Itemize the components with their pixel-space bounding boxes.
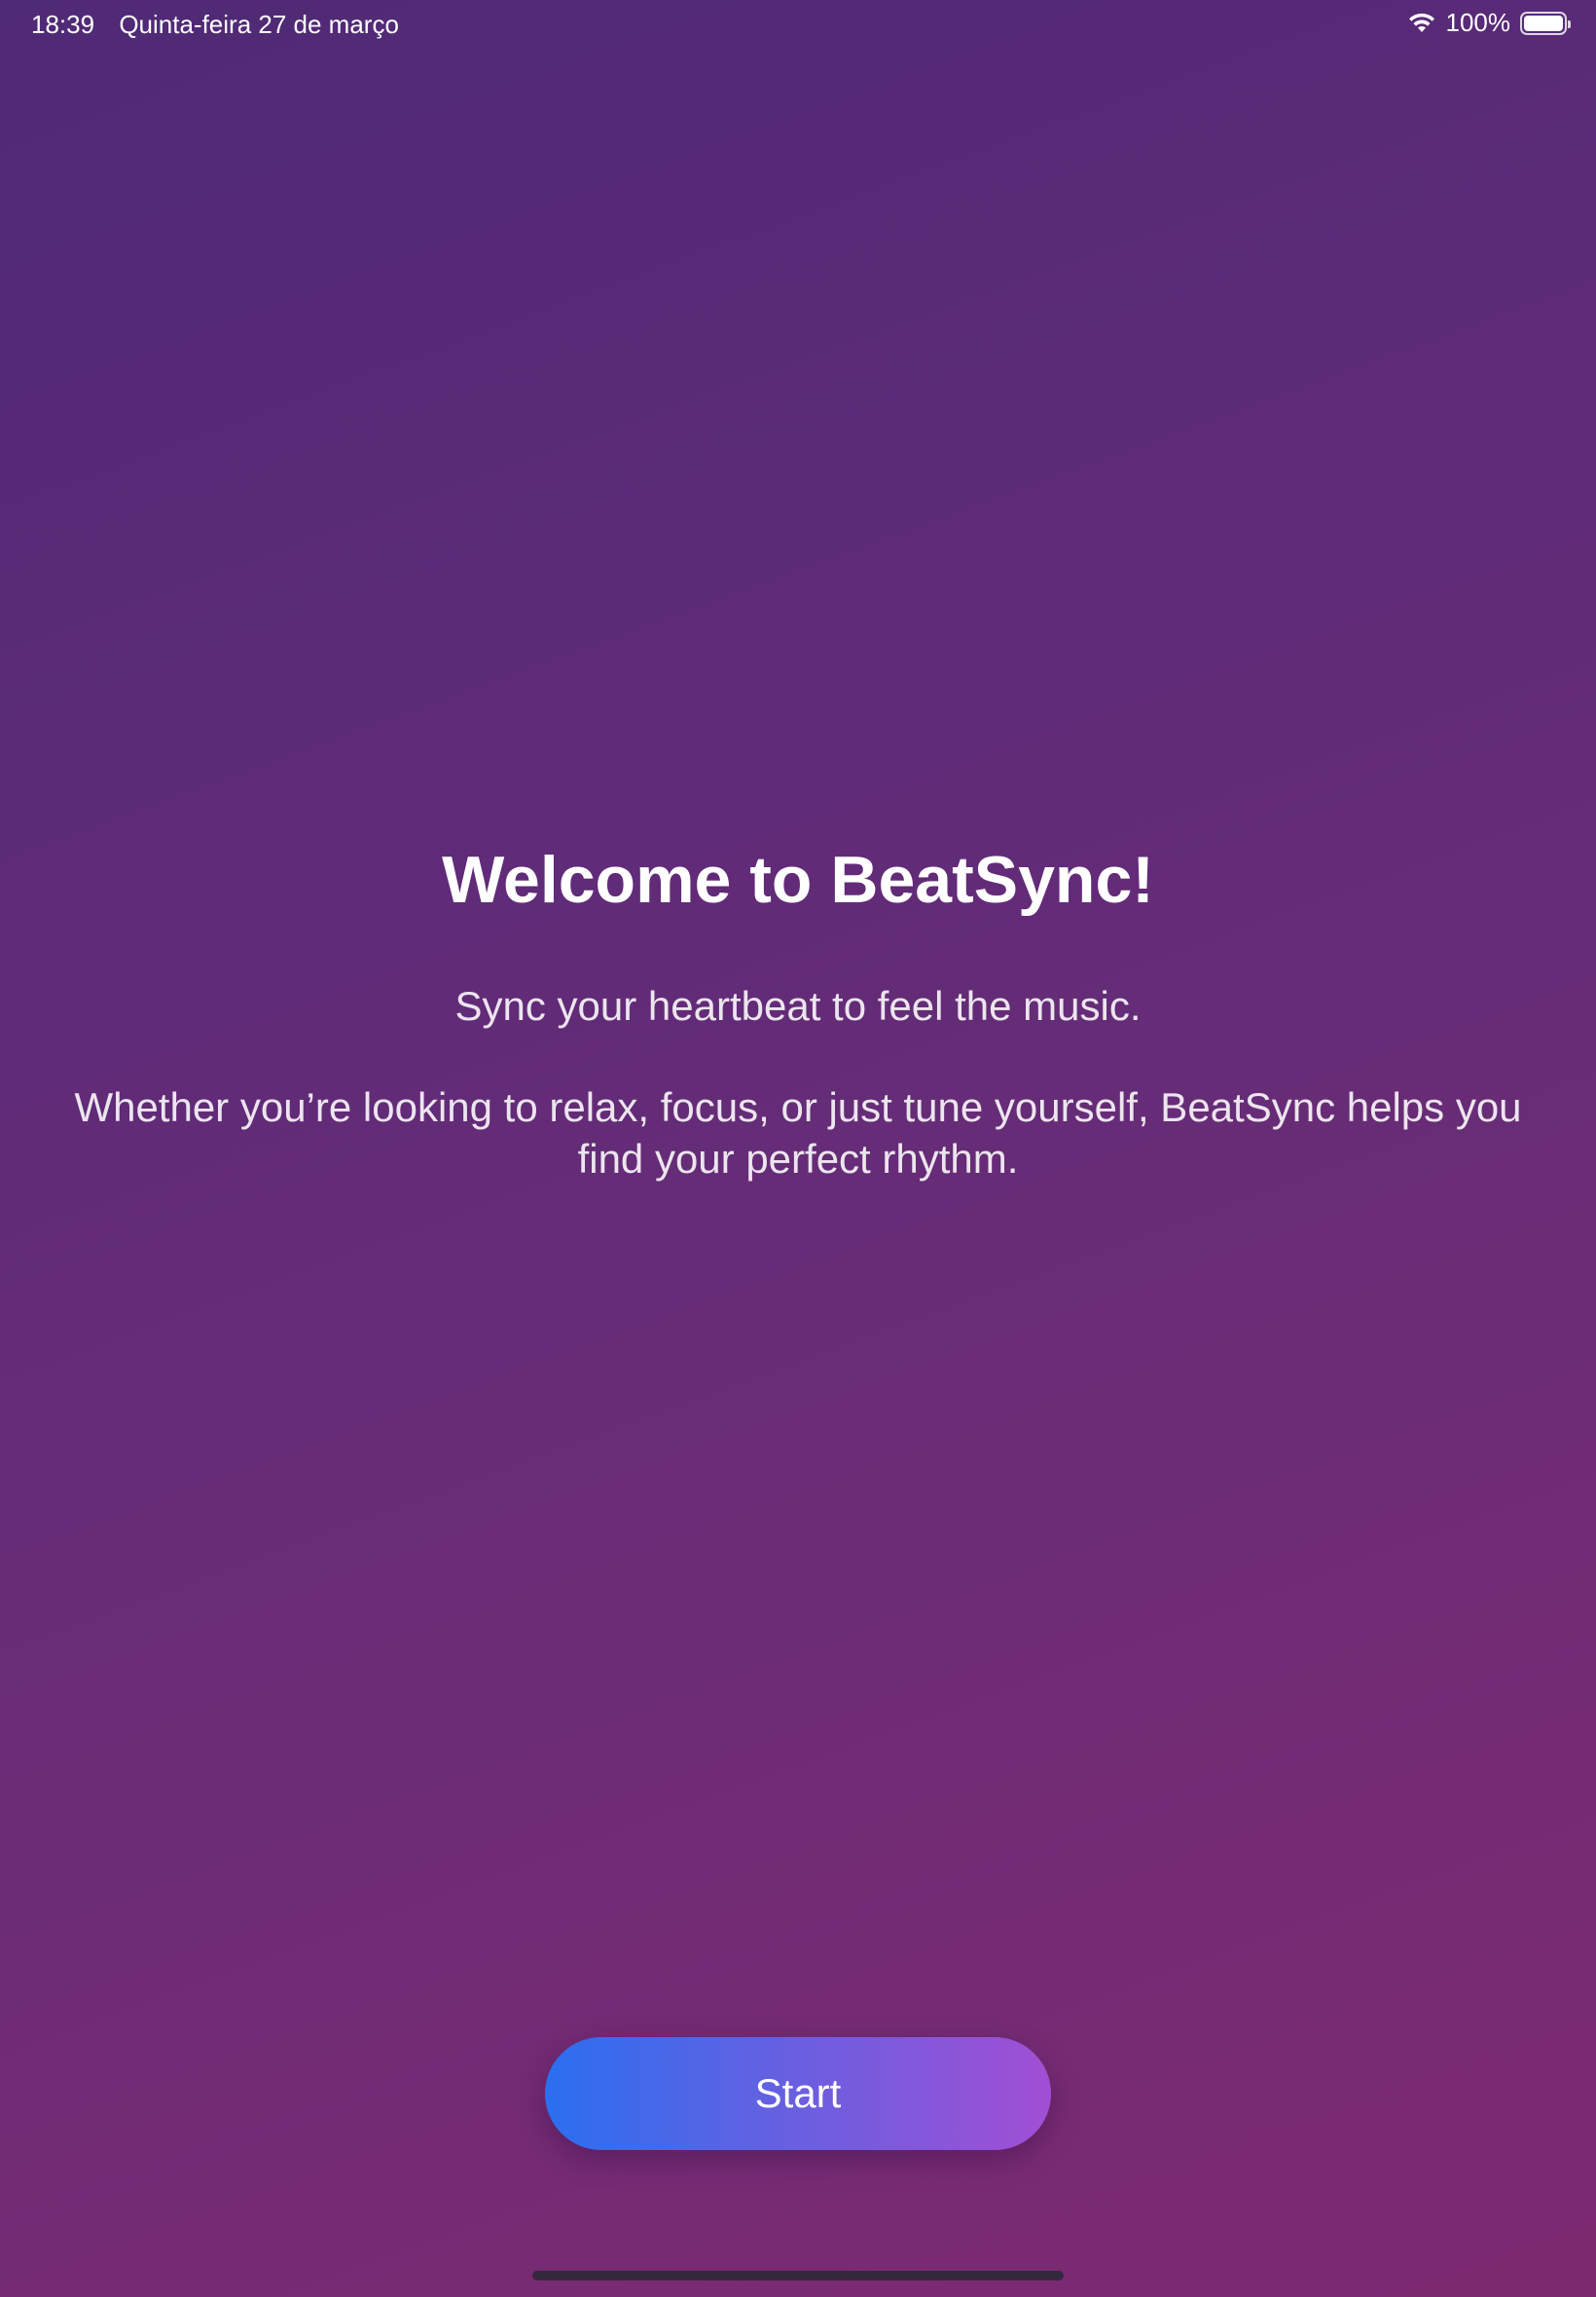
- welcome-title: Welcome to BeatSync!: [442, 843, 1154, 917]
- battery-cap: [1568, 19, 1571, 28]
- welcome-description: Whether you’re looking to relax, focus, …: [74, 1084, 1522, 1182]
- home-indicator[interactable]: [532, 2271, 1064, 2280]
- status-left: 18:39 Quinta-feira 27 de março: [31, 10, 399, 40]
- start-button[interactable]: Start: [545, 2037, 1051, 2150]
- wifi-icon: [1407, 13, 1436, 34]
- battery-icon: [1520, 11, 1571, 35]
- status-right: 100%: [1407, 8, 1571, 38]
- battery-fill: [1524, 15, 1563, 31]
- status-date: Quinta-feira 27 de março: [119, 10, 399, 39]
- status-time: 18:39: [31, 10, 95, 39]
- welcome-subtitle: Sync your heartbeat to feel the music.: [454, 983, 1142, 1029]
- battery-percent: 100%: [1445, 8, 1511, 37]
- status-bar: 18:39 Quinta-feira 27 de março 100%: [0, 0, 1596, 47]
